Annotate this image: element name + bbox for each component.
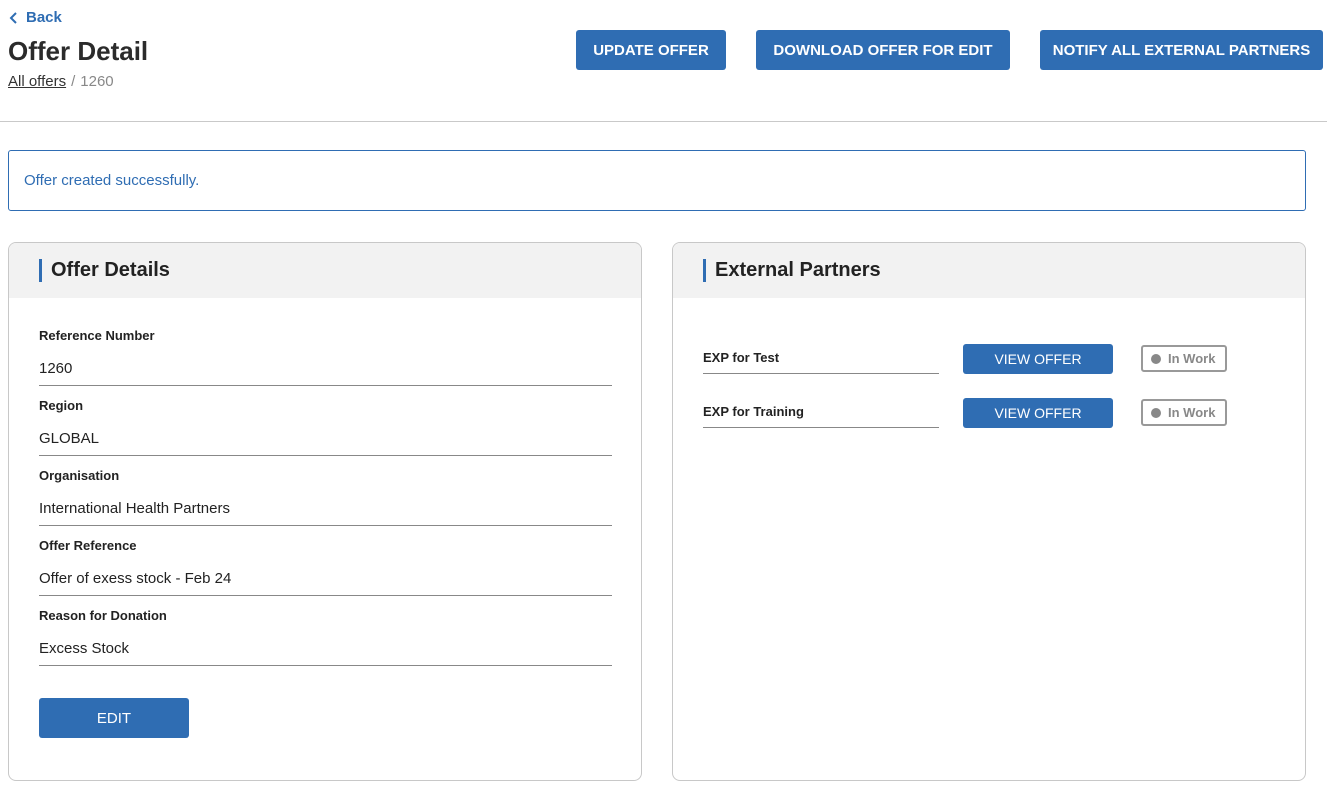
field-label: Reason for Donation — [39, 608, 167, 623]
header-accent-bar — [39, 259, 42, 282]
status-label: In Work — [1168, 405, 1216, 420]
field-value: International Health Partners — [39, 500, 230, 517]
breadcrumb-all-offers-link[interactable]: All offers — [8, 73, 66, 90]
alert-message: Offer created successfully. — [24, 172, 200, 189]
field-underline — [39, 665, 612, 666]
header-accent-bar — [703, 259, 706, 282]
status-label: In Work — [1168, 351, 1216, 366]
field-label: Offer Reference — [39, 538, 137, 553]
edit-button[interactable]: EDIT — [39, 698, 189, 738]
offer-details-card: Offer Details Reference Number 1260 Regi… — [8, 242, 642, 781]
back-link[interactable]: Back — [9, 9, 62, 26]
external-partners-header: External Partners — [673, 243, 1305, 298]
field-region: Region GLOBAL — [39, 398, 612, 456]
field-reason-for-donation: Reason for Donation Excess Stock — [39, 608, 612, 666]
field-underline — [39, 455, 612, 456]
status-badge: In Work — [1141, 399, 1227, 426]
field-value: GLOBAL — [39, 430, 100, 447]
field-underline — [39, 595, 612, 596]
chevron-left-icon — [9, 11, 17, 24]
status-dot-icon — [1151, 353, 1161, 364]
field-value: Excess Stock — [39, 640, 130, 657]
field-underline — [39, 385, 612, 386]
field-offer-reference: Offer Reference Offer of exess stock - F… — [39, 538, 612, 596]
field-organisation: Organisation International Health Partne… — [39, 468, 612, 526]
external-partners-card: External Partners EXP for Test VIEW OFFE… — [672, 242, 1306, 781]
view-offer-button[interactable]: VIEW OFFER — [963, 398, 1113, 428]
offer-details-title: Offer Details — [51, 259, 170, 281]
external-partners-title: External Partners — [715, 259, 881, 281]
status-badge: In Work — [1141, 345, 1227, 372]
field-underline — [39, 525, 612, 526]
status-dot-icon — [1151, 407, 1161, 418]
download-offer-button[interactable]: DOWNLOAD OFFER FOR EDIT — [756, 30, 1010, 70]
field-value: Offer of exess stock - Feb 24 — [39, 570, 232, 587]
partner-underline — [703, 427, 939, 428]
breadcrumb: All offers /1260 — [8, 73, 114, 90]
header-divider — [0, 121, 1327, 122]
field-label: Reference Number — [39, 328, 155, 343]
breadcrumb-separator: / — [71, 73, 76, 90]
field-label: Organisation — [39, 468, 120, 483]
field-reference-number: Reference Number 1260 — [39, 328, 612, 386]
notify-partners-button[interactable]: NOTIFY ALL EXTERNAL PARTNERS — [1040, 30, 1323, 70]
partner-underline — [703, 373, 939, 374]
update-offer-button[interactable]: UPDATE OFFER — [576, 30, 726, 70]
success-alert: Offer created successfully. — [8, 150, 1306, 211]
view-offer-button[interactable]: VIEW OFFER — [963, 344, 1113, 374]
field-label: Region — [39, 398, 84, 413]
field-value: 1260 — [39, 360, 73, 377]
offer-details-header: Offer Details — [9, 243, 641, 298]
partner-name: EXP for Training — [703, 404, 804, 419]
page-title: Offer Detail — [8, 36, 149, 66]
partner-name: EXP for Test — [703, 350, 780, 365]
breadcrumb-current: 1260 — [80, 73, 114, 90]
back-label: Back — [26, 9, 62, 26]
